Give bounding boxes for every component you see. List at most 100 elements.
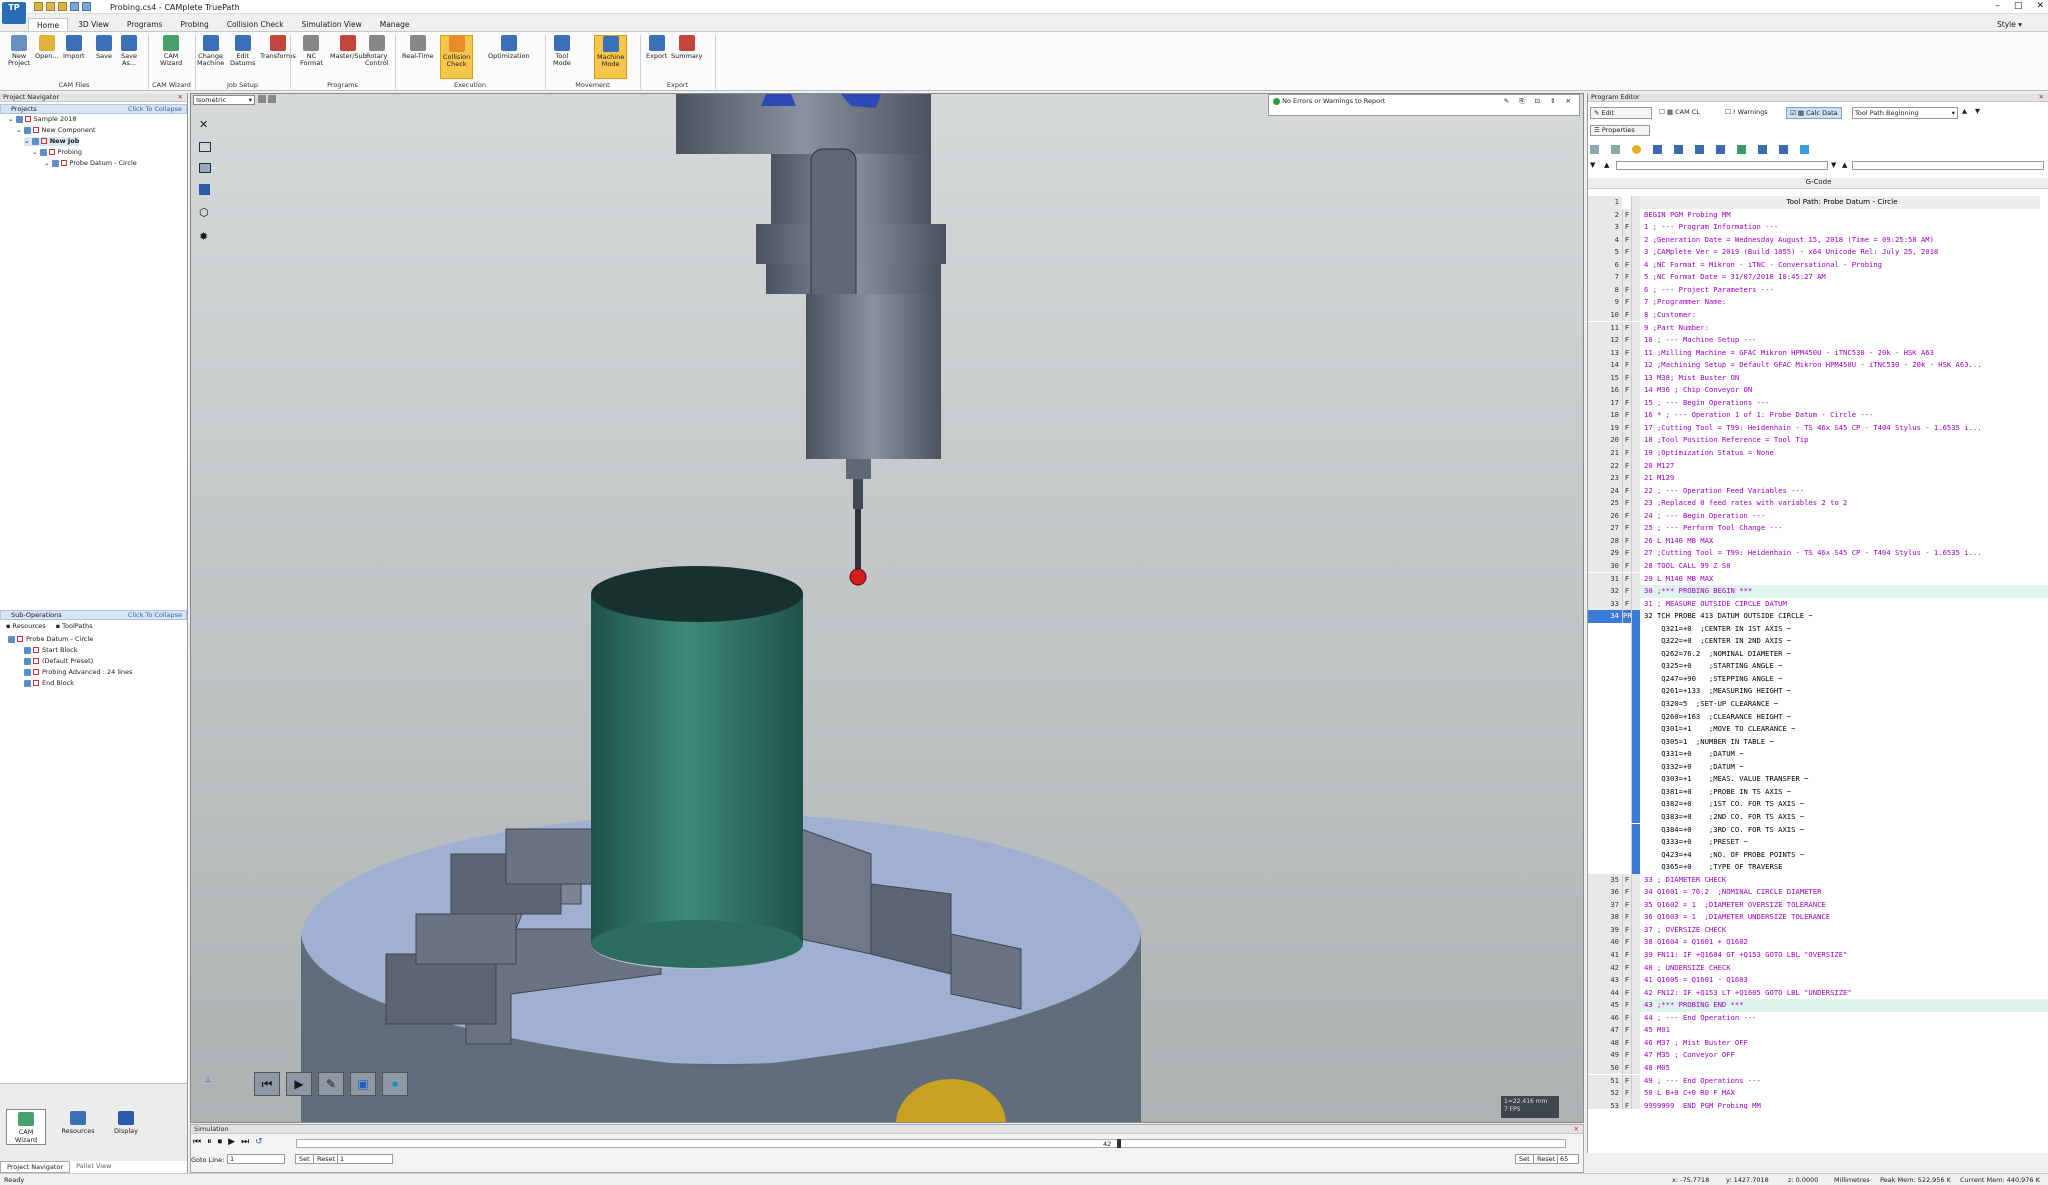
- view-tool-icon[interactable]: [268, 95, 276, 103]
- gcode-line[interactable]: Q384=+0 ;3RD CO. FOR TS AXIS ~: [1588, 823, 2048, 837]
- expand-icon[interactable]: ⌄: [16, 126, 21, 134]
- tab-probing[interactable]: Probing: [172, 18, 216, 31]
- save-icon[interactable]: [58, 2, 67, 11]
- close-icon[interactable]: ✕: [2036, 1, 2044, 11]
- filter-up-icon[interactable]: ▲: [1604, 161, 1609, 169]
- errors-panel-controls[interactable]: ✎ ⎘ ⊡ ⇕ ✕: [1504, 97, 1575, 106]
- export-button[interactable]: Export: [646, 35, 667, 60]
- gcode-line[interactable]: Q305=1 ;NUMBER IN TABLE ~: [1588, 735, 2048, 749]
- edit-datums-button[interactable]: Edit Datums: [230, 35, 255, 67]
- calc-data-toggle[interactable]: ☑ ▦ Calc Data: [1786, 107, 1842, 119]
- collapse-link[interactable]: Click To Collapse: [128, 105, 182, 114]
- gcode-line[interactable]: 27 F 25 ; --- Perform Tool Change ---: [1588, 522, 2048, 535]
- tool-icon[interactable]: [1737, 145, 1746, 154]
- tool-icon[interactable]: [1800, 145, 1809, 154]
- sim-pause-button[interactable]: ⏸: [207, 1137, 212, 1147]
- collapse-link[interactable]: Click To Collapse: [128, 611, 182, 620]
- subop-item[interactable]: Probing Advanced : 24 lines: [24, 668, 132, 677]
- reset-button[interactable]: Reset: [313, 1154, 340, 1164]
- rotary-control-button[interactable]: Rotary Control: [365, 35, 389, 67]
- set-button[interactable]: Set: [295, 1154, 314, 1164]
- import-button[interactable]: Import: [63, 35, 85, 60]
- gcode-line[interactable]: 24 F 22 ; --- Operation Feed Variables --…: [1588, 484, 2048, 498]
- gcode-line[interactable]: Q331=+0 ;DATUM ~: [1588, 748, 2048, 761]
- view-tool-icon[interactable]: [258, 95, 266, 103]
- goto-line-input[interactable]: 1: [227, 1154, 285, 1164]
- new-icon[interactable]: [34, 2, 43, 11]
- tree-item[interactable]: ⌄ Probing: [32, 148, 82, 157]
- sim-stop-button[interactable]: ⏹: [218, 1137, 223, 1147]
- machine-mode-button[interactable]: Machine Mode: [594, 35, 628, 79]
- gcode-line[interactable]: 36 F 34 Q1601 = 76.2 ;NOMINAL CIRCLE DIAM…: [1588, 886, 2048, 899]
- gcode-line[interactable]: Q262=76.2 ;NOMINAL DIAMETER ~: [1588, 647, 2048, 661]
- filter-down-icon[interactable]: ▼: [1590, 161, 1595, 169]
- tool-icon[interactable]: [1590, 145, 1599, 154]
- gcode-line[interactable]: 30 F 28 TOOL CALL 99 Z S0: [1588, 559, 2048, 573]
- projects-header[interactable]: Projects Click To Collapse: [0, 104, 187, 114]
- expand-icon[interactable]: ⌄: [8, 115, 13, 123]
- optimization-button[interactable]: Optimization: [488, 35, 530, 60]
- gcode-line[interactable]: 9F 7 ;Programmer Name:: [1588, 296, 2048, 309]
- gcode-line[interactable]: Q333=+0 ;PRESET ~: [1588, 836, 2048, 849]
- checkbox[interactable]: [40, 138, 47, 144]
- properties-button[interactable]: ☰ Properties: [1590, 125, 1650, 136]
- tab-3d-view[interactable]: 3D View: [70, 18, 117, 31]
- gcode-line[interactable]: 12 F 10 ; --- Machine Setup ---: [1588, 334, 2048, 347]
- gcode-line[interactable]: 28 F 26 L M140 MB MAX: [1588, 534, 2048, 548]
- subop-item[interactable]: Probe Datum - Circle: [8, 635, 93, 644]
- open-icon[interactable]: [46, 2, 55, 11]
- subop-item[interactable]: (Default Preset): [24, 657, 93, 666]
- tool-icon[interactable]: [1716, 145, 1725, 154]
- tree-item[interactable]: ⌄ Sample 2018: [8, 115, 77, 124]
- gcode-line[interactable]: 6F 4 ;NC Format = Mikron - iTNC - Conver…: [1588, 258, 2048, 272]
- gcode-line[interactable]: 29 F 27 ;Cutting Tool = T99: Heidenhain -…: [1588, 547, 2048, 560]
- gcode-line[interactable]: 5F 3 ;CAMplete Ver = 2019 (Build 1855) -…: [1588, 246, 2048, 259]
- image-icon[interactable]: [199, 163, 211, 173]
- gcode-line[interactable]: Q322=+0 ;CENTER IN 2ND AXIS ~: [1588, 635, 2048, 648]
- gcode-line[interactable]: Q381=+0 ;PROBE IN TS AXIS ~: [1588, 785, 2048, 799]
- app-logo[interactable]: TP: [2, 2, 26, 24]
- master-sub-button[interactable]: Master/Sub: [330, 35, 367, 60]
- search-input-1[interactable]: [1616, 161, 1828, 170]
- gcode-line[interactable]: 34 PR 32 TCH PROBE 413 DATUM OUTSIDE CIRC…: [1588, 610, 2048, 623]
- gcode-line[interactable]: 15 F 13 M38; Mist Buster ON: [1588, 371, 2048, 385]
- nc-format-button[interactable]: NC Format: [300, 35, 323, 67]
- tool-icon[interactable]: [1758, 145, 1767, 154]
- sim-loop-button[interactable]: ↺: [255, 1137, 263, 1147]
- gcode-line[interactable]: Q423=+4 ;NO. OF PROBE POINTS ~: [1588, 848, 2048, 862]
- gcode-line[interactable]: 13 F 11 ;Milling Machine = GFAC Mikron HP…: [1588, 346, 2048, 360]
- gcode-line[interactable]: 16 F 14 M36 ; Chip Conveyor ON: [1588, 384, 2048, 397]
- gcode-line[interactable]: 25 F 23 ;Replaced 0 feed rates with varia…: [1588, 497, 2048, 510]
- tree-item[interactable]: ⌄ Probe Datum - Circle: [44, 159, 137, 168]
- gcode-line[interactable]: 19 F 17 ;Cutting Tool = T99: Heidenhain -…: [1588, 421, 2048, 435]
- sim-timeline-thumb[interactable]: [1117, 1139, 1121, 1148]
- resources-button[interactable]: Resources: [58, 1109, 98, 1145]
- gcode-line[interactable]: Q321=+0 ;CENTER IN 1ST AXIS ~: [1588, 622, 2048, 636]
- tab-simulation-view[interactable]: Simulation View: [294, 18, 370, 31]
- circle-icon[interactable]: [1632, 145, 1641, 154]
- close-view-icon[interactable]: ✕: [199, 118, 211, 131]
- collision-check-button[interactable]: Collision Check: [440, 35, 474, 79]
- light-icon[interactable]: ✹: [199, 230, 211, 243]
- checkbox[interactable]: [33, 658, 39, 664]
- minimize-icon[interactable]: –: [1995, 1, 2000, 11]
- gcode-line[interactable]: 37 F 35 Q1602 = 1 ;DIAMETER OVERSIZE TOLE…: [1588, 898, 2048, 912]
- checkbox[interactable]: [17, 636, 23, 642]
- subop-item[interactable]: Start Block: [24, 646, 78, 655]
- cam-cl-toggle[interactable]: ☐ ▦ CAM CL: [1659, 108, 1700, 116]
- sim-play-button[interactable]: ▶: [228, 1137, 235, 1147]
- move-up-icon[interactable]: ▲: [1962, 107, 1967, 115]
- gcode-line[interactable]: Q301=+1 ;MOVE TO CLEARANCE ~: [1588, 723, 2048, 736]
- gcode-line[interactable]: Q260=+163 ;CLEARANCE HEIGHT ~: [1588, 710, 2048, 724]
- gcode-line[interactable]: 51 F 49 ; --- End Operations ---: [1588, 1074, 2048, 1088]
- move-down-icon[interactable]: ▼: [1975, 107, 1980, 115]
- gcode-line[interactable]: 53 F 9999999 END PGM Probing MM: [1588, 1099, 2048, 1109]
- tree-item[interactable]: ⌄ New Component: [16, 126, 96, 135]
- gcode-line[interactable]: 47 F 45 M01: [1588, 1024, 2048, 1037]
- gcode-line[interactable]: 52 F 50 L B+0 C+0 R0 F MAX: [1588, 1087, 2048, 1100]
- hexagon-icon[interactable]: ⬡: [199, 206, 211, 219]
- gcode-line[interactable]: Q303=+1 ;MEAS. VALUE TRANSFER ~: [1588, 773, 2048, 786]
- gcode-line[interactable]: 4F 2 ;Generation Date = Wednesday August…: [1588, 233, 2048, 247]
- checkbox[interactable]: [33, 647, 39, 653]
- tab-collision-check[interactable]: Collision Check: [219, 18, 292, 31]
